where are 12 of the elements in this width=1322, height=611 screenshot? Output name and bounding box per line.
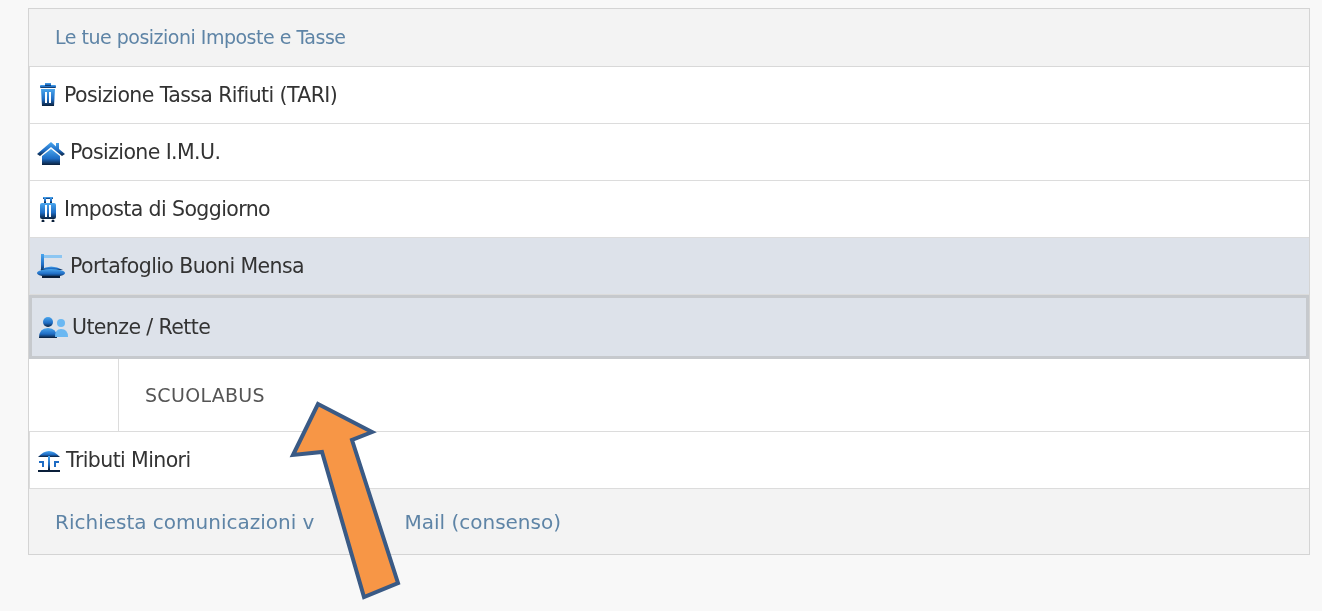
- menu-item[interactable]: Tributi Minori: [29, 432, 1309, 489]
- menu-item[interactable]: Utenze / Rette: [29, 295, 1309, 359]
- panel-title: Le tue posizioni Imposte e Tasse: [55, 25, 346, 51]
- menu-item[interactable]: Imposta di Soggiorno: [29, 181, 1309, 238]
- house-icon: [36, 139, 66, 165]
- consent-link-text[interactable]: Richiesta comunicazioni v: [55, 506, 315, 537]
- menu-item[interactable]: Posizione I.M.U.: [29, 124, 1309, 181]
- consent-link-text[interactable]: Mail (consenso): [404, 506, 561, 537]
- menu-item[interactable]: Portafoglio Buoni Mensa: [29, 238, 1309, 295]
- users-icon: [38, 314, 68, 340]
- plate-icon: [36, 253, 66, 279]
- menu-item[interactable]: Posizione Tassa Rifiuti (TARI): [29, 67, 1309, 124]
